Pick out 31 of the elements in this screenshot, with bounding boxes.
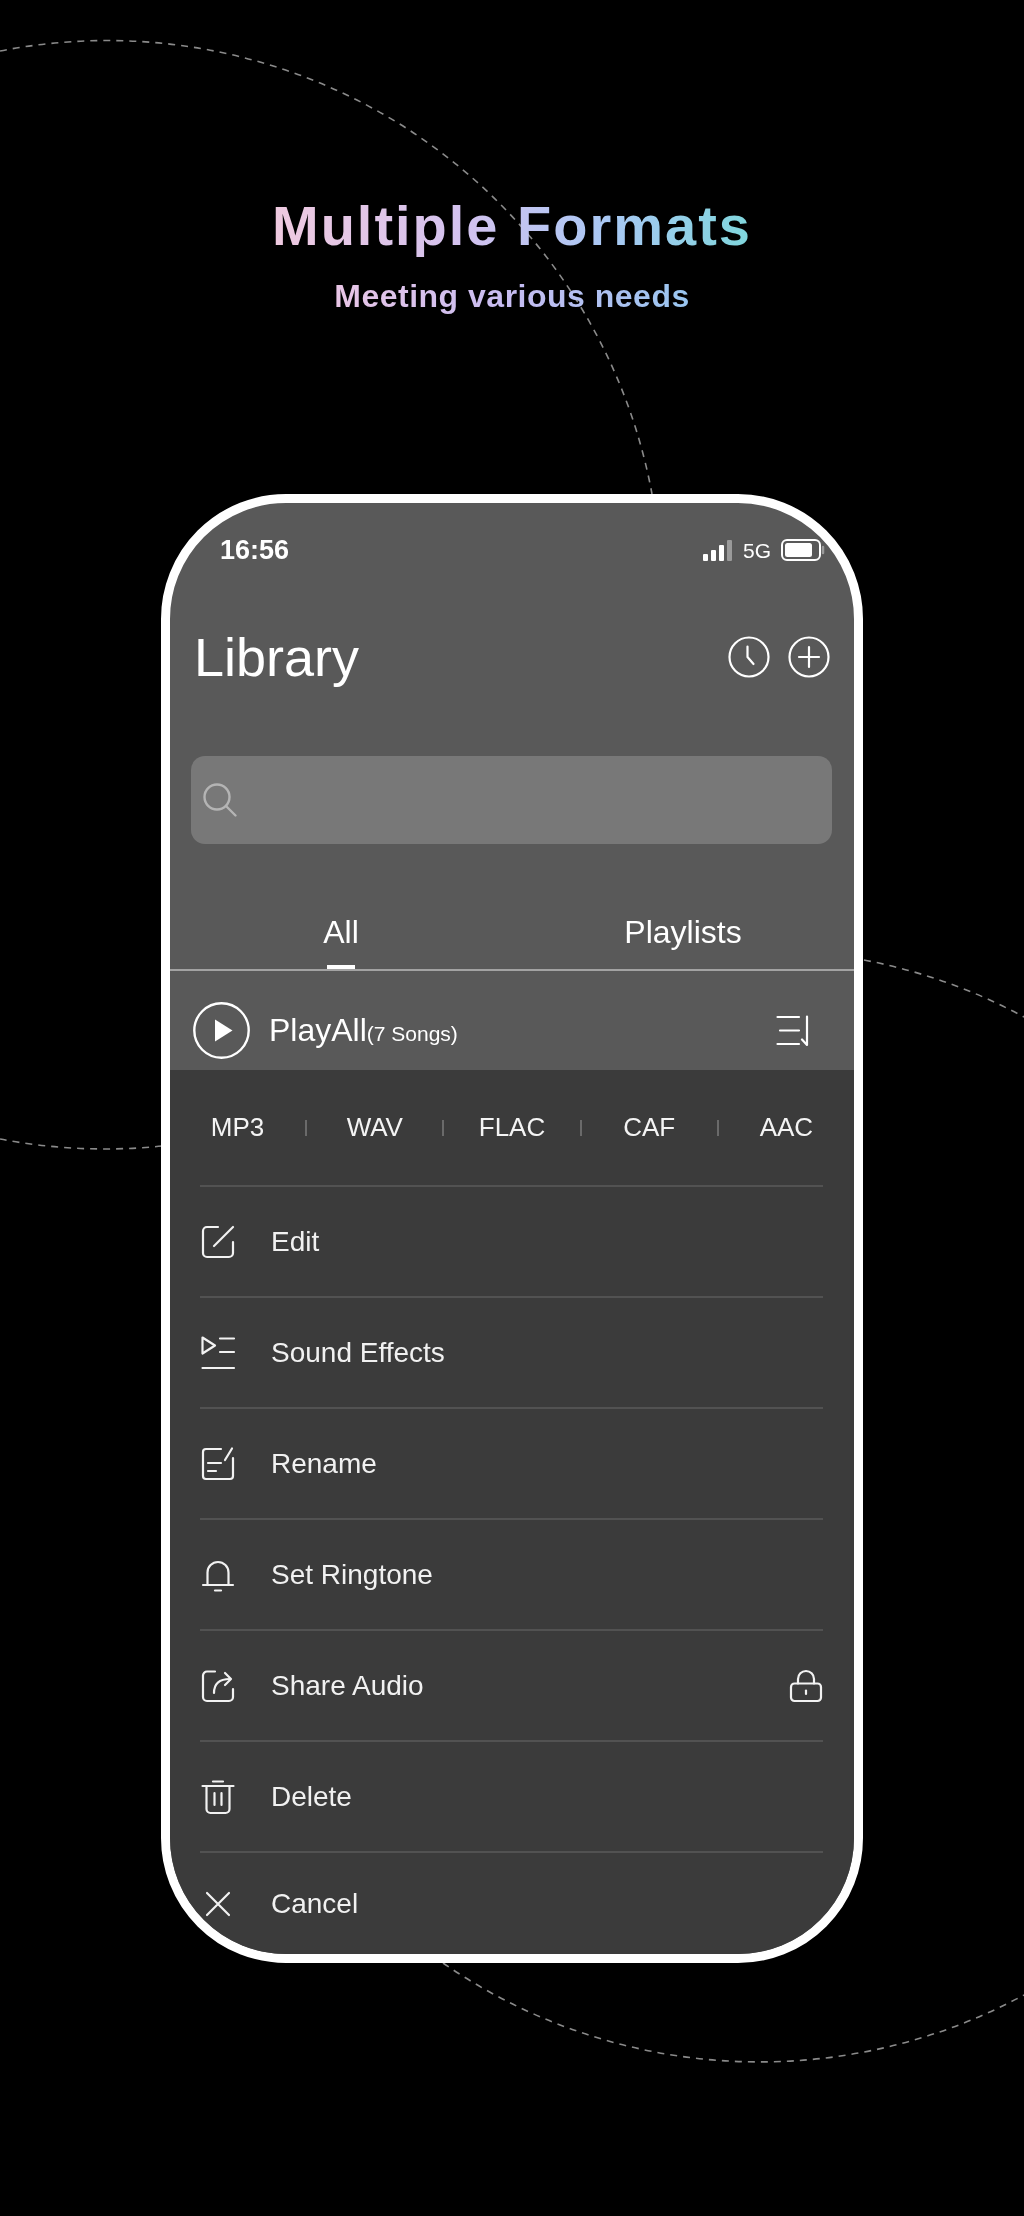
menu-item[interactable]: Rename: [200, 1407, 823, 1519]
page-title: Library: [194, 630, 360, 685]
note-edit-icon: [200, 1445, 236, 1482]
edit-icon: [200, 1223, 236, 1260]
format-option[interactable]: AAC: [718, 1112, 854, 1144]
format-option[interactable]: CAF: [581, 1112, 717, 1144]
menu-item[interactable]: Share Audio: [200, 1629, 823, 1741]
network-label: 5G: [743, 537, 771, 563]
tab[interactable]: All: [319, 913, 363, 970]
format-option[interactable]: FLAC: [444, 1112, 580, 1144]
add-icon[interactable]: [788, 636, 830, 679]
play-icon: [193, 1002, 250, 1060]
search-icon: [202, 782, 238, 819]
menu-item[interactable]: Delete: [200, 1740, 823, 1852]
close-icon: [204, 1889, 232, 1918]
signal-icon: [703, 539, 733, 561]
play-all-button[interactable]: PlayAll(7 Songs): [193, 1002, 458, 1060]
menu-item[interactable]: Edit: [200, 1185, 823, 1297]
clock-icon[interactable]: [728, 636, 770, 679]
menu-item[interactable]: Set Ringtone: [200, 1518, 823, 1630]
play-list-icon: [200, 1334, 236, 1371]
menu-item[interactable]: Sound Effects: [200, 1296, 823, 1408]
search-field[interactable]: [191, 756, 832, 845]
trash-icon: [200, 1778, 236, 1815]
share-icon: [200, 1667, 236, 1704]
battery-icon: [781, 539, 825, 562]
format-option[interactable]: WAV: [307, 1112, 443, 1144]
format-option[interactable]: MP3: [170, 1112, 306, 1144]
status-time: 16:56: [220, 534, 290, 567]
menu-item[interactable]: Cancel: [200, 1851, 823, 1955]
tab[interactable]: Playlists: [620, 913, 746, 970]
